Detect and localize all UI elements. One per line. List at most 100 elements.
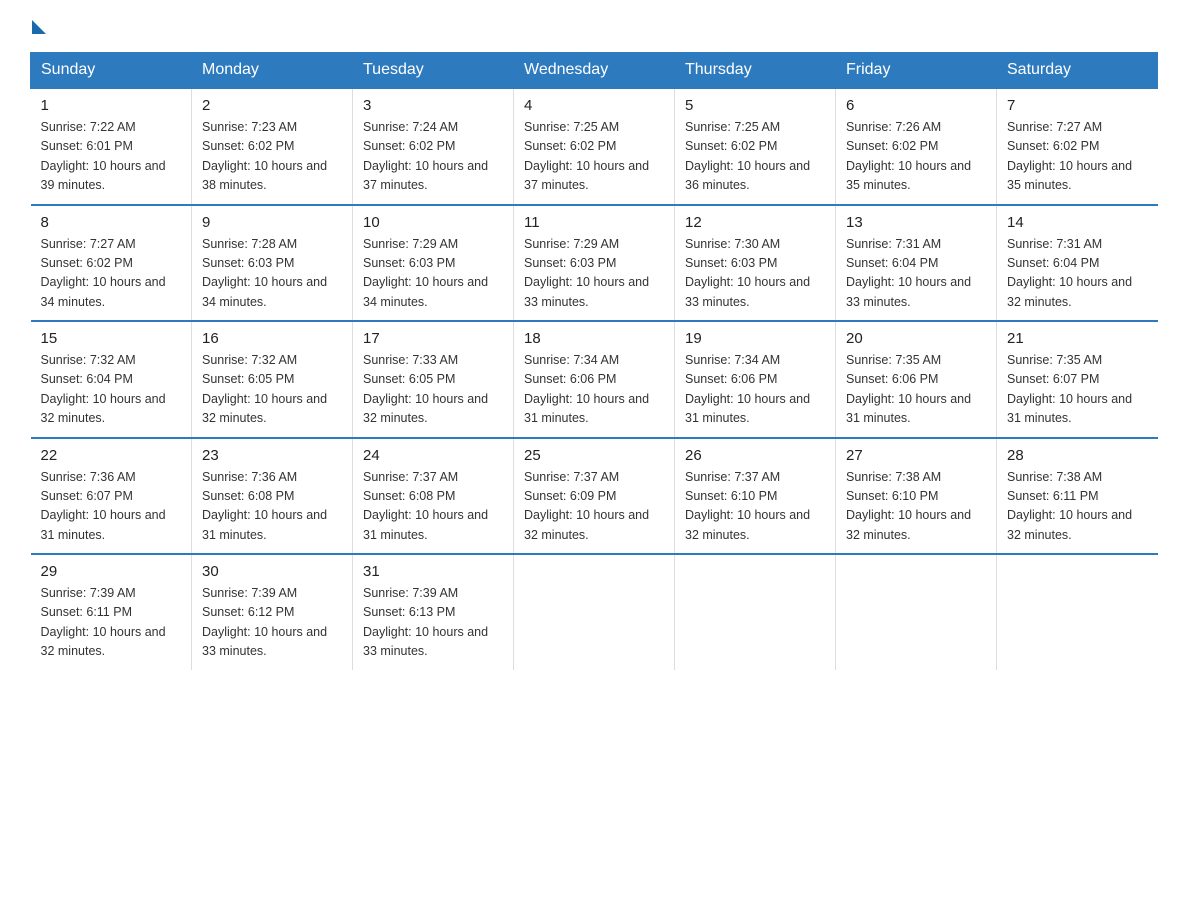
day-info: Sunrise: 7:38 AMSunset: 6:10 PMDaylight:… bbox=[846, 470, 971, 542]
day-number: 4 bbox=[524, 97, 664, 114]
day-number: 10 bbox=[363, 214, 503, 231]
calendar-table: SundayMondayTuesdayWednesdayThursdayFrid… bbox=[30, 52, 1158, 670]
calendar-cell: 7 Sunrise: 7:27 AMSunset: 6:02 PMDaylight… bbox=[997, 88, 1158, 205]
day-info: Sunrise: 7:32 AMSunset: 6:04 PMDaylight:… bbox=[41, 353, 166, 425]
day-number: 21 bbox=[1007, 330, 1148, 347]
day-number: 29 bbox=[41, 563, 182, 580]
calendar-cell: 10 Sunrise: 7:29 AMSunset: 6:03 PMDayligh… bbox=[353, 205, 514, 322]
day-info: Sunrise: 7:38 AMSunset: 6:11 PMDaylight:… bbox=[1007, 470, 1132, 542]
day-number: 30 bbox=[202, 563, 342, 580]
calendar-cell: 31Sunrise: 7:39 AMSunset: 6:13 PMDayligh… bbox=[353, 554, 514, 670]
calendar-cell: 2Sunrise: 7:23 AMSunset: 6:02 PMDaylight… bbox=[192, 88, 353, 205]
day-number: 12 bbox=[685, 214, 825, 231]
day-number: 2 bbox=[202, 97, 342, 114]
column-header-wednesday: Wednesday bbox=[514, 53, 675, 89]
calendar-cell: 1 Sunrise: 7:22 AMSunset: 6:01 PMDaylight… bbox=[31, 88, 192, 205]
day-info: Sunrise: 7:31 AMSunset: 6:04 PMDaylight:… bbox=[846, 237, 971, 309]
day-number: 23 bbox=[202, 447, 342, 464]
day-info: Sunrise: 7:37 AMSunset: 6:10 PMDaylight:… bbox=[685, 470, 810, 542]
calendar-cell: 20 Sunrise: 7:35 AMSunset: 6:06 PMDayligh… bbox=[836, 321, 997, 438]
calendar-cell bbox=[997, 554, 1158, 670]
day-info: Sunrise: 7:36 AMSunset: 6:08 PMDaylight:… bbox=[202, 470, 327, 542]
day-info: Sunrise: 7:33 AMSunset: 6:05 PMDaylight:… bbox=[363, 353, 488, 425]
column-header-sunday: Sunday bbox=[31, 53, 192, 89]
day-info: Sunrise: 7:31 AMSunset: 6:04 PMDaylight:… bbox=[1007, 237, 1132, 309]
calendar-cell: 27 Sunrise: 7:38 AMSunset: 6:10 PMDayligh… bbox=[836, 438, 997, 555]
day-number: 1 bbox=[41, 97, 182, 114]
logo bbox=[30, 20, 48, 34]
day-info: Sunrise: 7:22 AMSunset: 6:01 PMDaylight:… bbox=[41, 120, 166, 192]
day-number: 7 bbox=[1007, 97, 1148, 114]
day-info: Sunrise: 7:35 AMSunset: 6:07 PMDaylight:… bbox=[1007, 353, 1132, 425]
calendar-cell: 16Sunrise: 7:32 AMSunset: 6:05 PMDayligh… bbox=[192, 321, 353, 438]
day-info: Sunrise: 7:34 AMSunset: 6:06 PMDaylight:… bbox=[524, 353, 649, 425]
calendar-cell: 22 Sunrise: 7:36 AMSunset: 6:07 PMDayligh… bbox=[31, 438, 192, 555]
calendar-cell: 6 Sunrise: 7:26 AMSunset: 6:02 PMDaylight… bbox=[836, 88, 997, 205]
calendar-cell: 17Sunrise: 7:33 AMSunset: 6:05 PMDayligh… bbox=[353, 321, 514, 438]
logo-triangle-icon bbox=[32, 20, 46, 34]
calendar-week-row: 15 Sunrise: 7:32 AMSunset: 6:04 PMDayligh… bbox=[31, 321, 1158, 438]
day-info: Sunrise: 7:36 AMSunset: 6:07 PMDaylight:… bbox=[41, 470, 166, 542]
day-info: Sunrise: 7:29 AMSunset: 6:03 PMDaylight:… bbox=[524, 237, 649, 309]
day-info: Sunrise: 7:25 AMSunset: 6:02 PMDaylight:… bbox=[685, 120, 810, 192]
day-number: 3 bbox=[363, 97, 503, 114]
calendar-week-row: 29Sunrise: 7:39 AMSunset: 6:11 PMDayligh… bbox=[31, 554, 1158, 670]
calendar-week-row: 22 Sunrise: 7:36 AMSunset: 6:07 PMDayligh… bbox=[31, 438, 1158, 555]
day-number: 26 bbox=[685, 447, 825, 464]
calendar-cell: 11 Sunrise: 7:29 AMSunset: 6:03 PMDayligh… bbox=[514, 205, 675, 322]
column-header-saturday: Saturday bbox=[997, 53, 1158, 89]
day-info: Sunrise: 7:28 AMSunset: 6:03 PMDaylight:… bbox=[202, 237, 327, 309]
day-info: Sunrise: 7:27 AMSunset: 6:02 PMDaylight:… bbox=[41, 237, 166, 309]
day-info: Sunrise: 7:29 AMSunset: 6:03 PMDaylight:… bbox=[363, 237, 488, 309]
calendar-cell: 9 Sunrise: 7:28 AMSunset: 6:03 PMDaylight… bbox=[192, 205, 353, 322]
calendar-cell: 28 Sunrise: 7:38 AMSunset: 6:11 PMDayligh… bbox=[997, 438, 1158, 555]
calendar-cell: 21 Sunrise: 7:35 AMSunset: 6:07 PMDayligh… bbox=[997, 321, 1158, 438]
day-info: Sunrise: 7:37 AMSunset: 6:08 PMDaylight:… bbox=[363, 470, 488, 542]
day-number: 25 bbox=[524, 447, 664, 464]
day-number: 15 bbox=[41, 330, 182, 347]
day-number: 16 bbox=[202, 330, 342, 347]
day-number: 24 bbox=[363, 447, 503, 464]
day-info: Sunrise: 7:30 AMSunset: 6:03 PMDaylight:… bbox=[685, 237, 810, 309]
calendar-cell: 5 Sunrise: 7:25 AMSunset: 6:02 PMDaylight… bbox=[675, 88, 836, 205]
day-number: 5 bbox=[685, 97, 825, 114]
column-header-tuesday: Tuesday bbox=[353, 53, 514, 89]
day-number: 6 bbox=[846, 97, 986, 114]
calendar-cell: 30 Sunrise: 7:39 AMSunset: 6:12 PMDayligh… bbox=[192, 554, 353, 670]
day-info: Sunrise: 7:26 AMSunset: 6:02 PMDaylight:… bbox=[846, 120, 971, 192]
calendar-cell: 4 Sunrise: 7:25 AMSunset: 6:02 PMDaylight… bbox=[514, 88, 675, 205]
calendar-cell: 8 Sunrise: 7:27 AMSunset: 6:02 PMDaylight… bbox=[31, 205, 192, 322]
day-number: 20 bbox=[846, 330, 986, 347]
day-number: 8 bbox=[41, 214, 182, 231]
column-header-thursday: Thursday bbox=[675, 53, 836, 89]
day-number: 11 bbox=[524, 214, 664, 231]
day-info: Sunrise: 7:34 AMSunset: 6:06 PMDaylight:… bbox=[685, 353, 810, 425]
day-info: Sunrise: 7:35 AMSunset: 6:06 PMDaylight:… bbox=[846, 353, 971, 425]
day-number: 27 bbox=[846, 447, 986, 464]
calendar-cell bbox=[675, 554, 836, 670]
calendar-week-row: 8 Sunrise: 7:27 AMSunset: 6:02 PMDaylight… bbox=[31, 205, 1158, 322]
day-number: 19 bbox=[685, 330, 825, 347]
day-number: 9 bbox=[202, 214, 342, 231]
page-header bbox=[30, 20, 1158, 34]
calendar-cell: 24 Sunrise: 7:37 AMSunset: 6:08 PMDayligh… bbox=[353, 438, 514, 555]
column-header-friday: Friday bbox=[836, 53, 997, 89]
column-header-monday: Monday bbox=[192, 53, 353, 89]
day-number: 18 bbox=[524, 330, 664, 347]
calendar-cell: 23 Sunrise: 7:36 AMSunset: 6:08 PMDayligh… bbox=[192, 438, 353, 555]
calendar-cell: 25Sunrise: 7:37 AMSunset: 6:09 PMDayligh… bbox=[514, 438, 675, 555]
day-info: Sunrise: 7:27 AMSunset: 6:02 PMDaylight:… bbox=[1007, 120, 1132, 192]
calendar-cell: 18 Sunrise: 7:34 AMSunset: 6:06 PMDayligh… bbox=[514, 321, 675, 438]
day-number: 14 bbox=[1007, 214, 1148, 231]
calendar-cell: 15 Sunrise: 7:32 AMSunset: 6:04 PMDayligh… bbox=[31, 321, 192, 438]
calendar-cell: 19 Sunrise: 7:34 AMSunset: 6:06 PMDayligh… bbox=[675, 321, 836, 438]
day-number: 22 bbox=[41, 447, 182, 464]
day-info: Sunrise: 7:24 AMSunset: 6:02 PMDaylight:… bbox=[363, 120, 488, 192]
day-info: Sunrise: 7:25 AMSunset: 6:02 PMDaylight:… bbox=[524, 120, 649, 192]
calendar-cell: 14 Sunrise: 7:31 AMSunset: 6:04 PMDayligh… bbox=[997, 205, 1158, 322]
day-info: Sunrise: 7:39 AMSunset: 6:12 PMDaylight:… bbox=[202, 586, 327, 658]
calendar-cell: 3 Sunrise: 7:24 AMSunset: 6:02 PMDaylight… bbox=[353, 88, 514, 205]
day-number: 28 bbox=[1007, 447, 1148, 464]
day-info: Sunrise: 7:39 AMSunset: 6:13 PMDaylight:… bbox=[363, 586, 488, 658]
calendar-cell: 13Sunrise: 7:31 AMSunset: 6:04 PMDayligh… bbox=[836, 205, 997, 322]
